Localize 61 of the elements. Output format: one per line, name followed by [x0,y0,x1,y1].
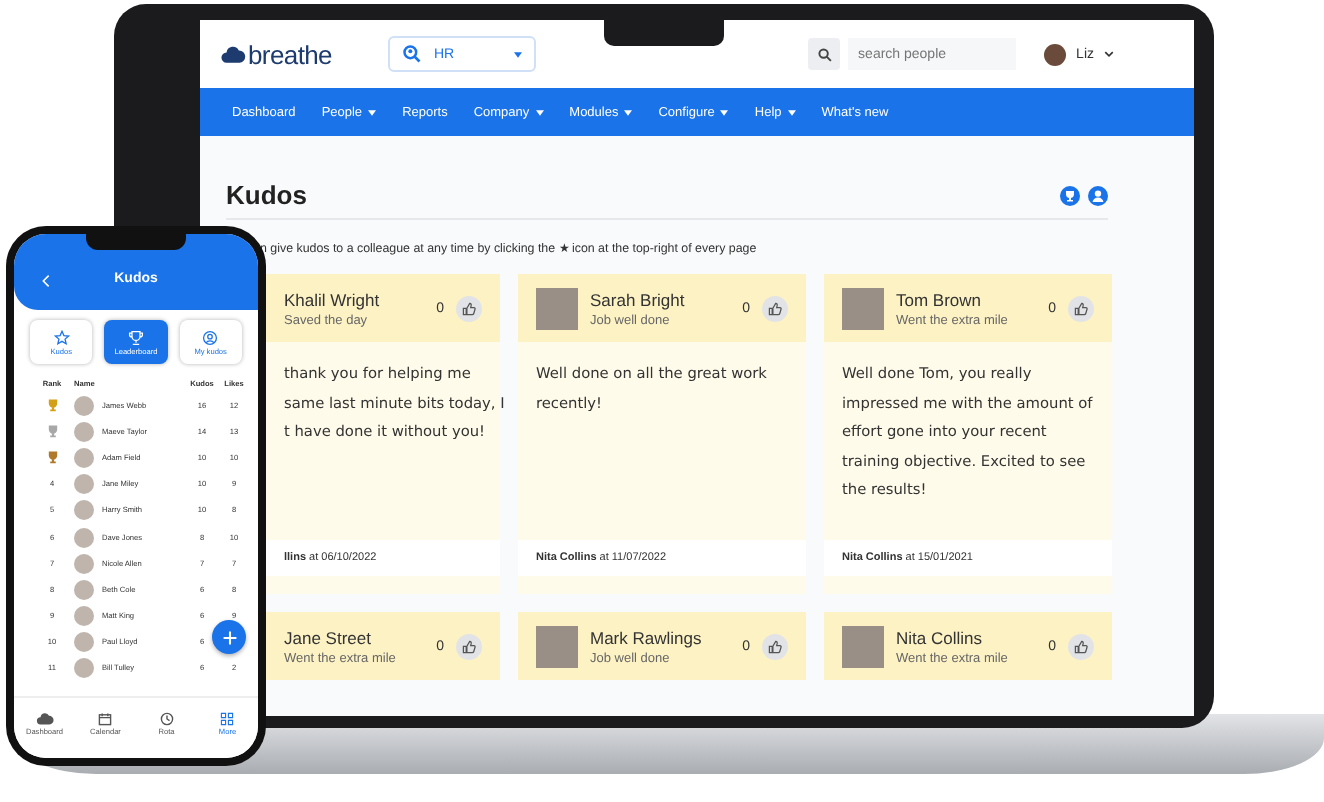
like-button[interactable] [762,295,788,321]
back-icon[interactable] [42,274,50,288]
thumbs-up-icon [462,639,476,653]
thumbs-up-icon [1074,301,1088,315]
avatar-placeholder [74,606,94,627]
caret-icon [720,109,729,115]
thumbs-up-icon [462,301,476,315]
clock-icon [159,712,174,726]
plus-icon [221,629,237,645]
caret-icon [624,109,633,115]
phone-notch [86,234,186,250]
person-name: Tom Brown [896,289,984,309]
caret-icon [368,109,377,115]
avatar-placeholder [74,474,94,495]
person-name: Khalil Wright [284,289,382,309]
caret-icon [535,109,544,115]
avatar-placeholder [74,395,94,416]
avatar-placeholder [74,527,94,548]
photo-placeholder [536,625,578,667]
trophy-icon [127,329,144,345]
person-icon[interactable] [1088,185,1108,205]
logo-text: breathe [248,39,332,69]
person-name: Sarah Bright [590,289,687,309]
trophy-icon[interactable] [1060,185,1080,205]
search-button[interactable] [808,38,841,70]
calendar-icon [98,712,113,726]
avatar-placeholder [74,447,94,468]
like-button[interactable] [762,633,788,659]
thumbs-up-icon [768,301,782,315]
avatar-placeholder [74,500,94,521]
cloud-logo-icon [220,45,246,63]
photo-placeholder [536,287,578,329]
avatar-placeholder [74,632,94,653]
add-button[interactable] [212,620,246,654]
camera-notch [604,16,724,46]
star-icon [53,329,70,345]
cloud-icon [35,712,54,726]
like-button[interactable] [1068,633,1094,659]
like-button[interactable] [1068,295,1094,321]
thumbs-up-icon [768,639,782,653]
page-title: Kudos [226,180,307,210]
person-name: Jane Street [284,627,373,647]
face-icon [202,329,219,345]
search-person-icon [402,44,422,64]
avatar-placeholder [74,658,94,679]
chevron-down-icon [1104,50,1114,58]
avatar-placeholder [74,421,94,442]
person-name: Mark Rawlings [590,627,704,647]
thumbs-up-icon [1074,639,1088,653]
like-button[interactable] [456,633,482,659]
like-button[interactable] [456,295,482,321]
caret-icon [787,109,796,115]
grid-icon [220,712,235,726]
avatar-placeholder [74,579,94,600]
avatar-placeholder [74,553,94,574]
photo-placeholder [842,287,884,329]
user-avatar [1044,43,1067,65]
caret-icon [514,51,522,57]
photo-placeholder [842,625,884,667]
search-icon [817,47,832,61]
person-name: Nita Collins [896,627,984,647]
